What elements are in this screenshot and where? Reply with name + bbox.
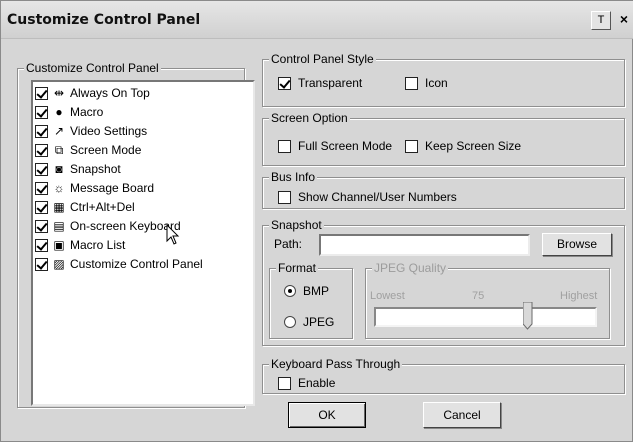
list-item-snapshot[interactable]: ◙ Snapshot [35,160,121,178]
snapshot-group-title: Snapshot [269,218,324,232]
bmp-label: BMP [303,284,330,298]
close-button[interactable]: × [615,11,633,30]
slider-thumb[interactable] [523,302,533,330]
list-item-label: Video Settings [70,124,148,138]
list-item-label: On-screen Keyboard [70,219,181,233]
enable-label: Enable [298,376,336,390]
customize-control-panel-dialog: Customize Control Panel T × Customize Co… [0,0,633,442]
sun-icon: ☼ [53,181,65,195]
slider-lowest-label: Lowest [370,290,405,302]
snapshot-checkbox[interactable] [35,162,48,176]
keep-size-checkbox[interactable] [405,139,418,153]
mouse-cursor-icon [166,224,180,245]
list-item-label: Snapshot [70,162,121,176]
enable-checkbox[interactable] [278,376,291,390]
jpeg-radio[interactable] [284,316,296,328]
list-item-customize-control-panel[interactable]: ▨ Customize Control Panel [35,255,203,273]
screen-mode-checkbox[interactable] [35,143,48,157]
list-item-macro[interactable]: ● Macro [35,103,103,121]
format-group-title: Format [276,261,319,275]
message-board-checkbox[interactable] [35,181,48,195]
on-screen-keyboard-checkbox[interactable] [35,219,48,233]
window-title: Customize Control Panel [7,12,201,28]
list-item-message-board[interactable]: ☼ Message Board [35,179,154,197]
macro-list-checkbox[interactable] [35,238,48,252]
full-screen-checkbox[interactable] [278,139,291,153]
keys-icon: ▦ [53,200,65,214]
camera-icon: ◙ [55,162,63,176]
transparent-checkbox[interactable] [278,76,291,90]
keyboard-icon: ▤ [53,219,65,233]
screen-option-group-title: Screen Option [269,111,350,125]
show-numbers-checkbox[interactable] [278,190,291,204]
feature-list[interactable]: ⇹ Always On Top ● Macro ↗ Video Settings… [31,80,255,406]
slider-value-label: 75 [472,290,485,302]
full-screen-label: Full Screen Mode [298,139,393,153]
list-item-label: Macro [70,105,104,119]
transparent-label: Transparent [298,76,363,90]
list-item-label: Macro List [70,238,126,252]
macro-icon: ● [55,105,63,119]
bus-info-group-title: Bus Info [269,170,318,184]
video-settings-checkbox[interactable] [35,124,48,138]
full-screen-option[interactable]: Full Screen Mode [278,139,392,153]
document-icon: ▣ [53,238,65,252]
keep-size-option[interactable]: Keep Screen Size [405,139,521,153]
panel-icon: ▨ [53,257,65,271]
icon-option-label: Icon [425,76,448,90]
list-item-label: Message Board [70,181,155,195]
transparent-option[interactable]: Transparent [278,76,362,90]
jpeg-quality-slider[interactable] [374,307,597,327]
slider-highest-label: Highest [560,290,598,302]
icon-checkbox[interactable] [405,76,418,90]
format-bmp-option[interactable]: BMP [284,284,329,298]
path-input[interactable] [319,234,530,256]
wrench-icon: ↗ [53,124,65,138]
keyboard-pass-through-title: Keyboard Pass Through [269,357,403,371]
customize-group: Customize Control Panel ⇹ Always On Top … [17,61,255,408]
title-bar[interactable]: Customize Control Panel T × [1,1,633,39]
list-item-label: Always On Top [70,86,150,100]
customize-group-title: Customize Control Panel [24,61,161,75]
macro-checkbox[interactable] [35,105,48,119]
jpeg-quality-group: JPEG Quality [365,261,610,339]
list-item-label: Customize Control Panel [70,257,203,271]
ctrl-alt-del-checkbox[interactable] [35,200,48,214]
show-numbers-option[interactable]: Show Channel/User Numbers [278,190,457,204]
browse-button[interactable]: Browse [542,233,612,256]
list-item-ctrl-alt-del[interactable]: ▦ Ctrl+Alt+Del [35,198,135,216]
pin-button[interactable]: T [591,11,611,30]
cancel-button[interactable]: Cancel [423,402,501,428]
ok-button[interactable]: OK [288,402,366,428]
list-item-screen-mode[interactable]: ⧉ Screen Mode [35,141,141,159]
jpeg-label: JPEG [303,315,335,329]
path-label: Path: [274,237,303,251]
bmp-radio[interactable] [284,285,296,297]
jpeg-quality-group-title: JPEG Quality [372,261,449,275]
enable-option[interactable]: Enable [278,376,335,390]
pin-icon: ⇹ [53,86,65,100]
list-item-label: Screen Mode [70,143,142,157]
show-numbers-label: Show Channel/User Numbers [298,190,457,204]
keep-size-label: Keep Screen Size [425,139,522,153]
list-item-label: Ctrl+Alt+Del [70,200,135,214]
always-on-top-checkbox[interactable] [35,86,48,100]
icon-option[interactable]: Icon [405,76,448,90]
screen-mode-icon: ⧉ [54,143,64,157]
format-jpeg-option[interactable]: JPEG [284,315,334,329]
list-item-on-screen-keyboard[interactable]: ▤ On-screen Keyboard [35,217,181,235]
list-item-always-on-top[interactable]: ⇹ Always On Top [35,84,150,102]
style-group-title: Control Panel Style [269,52,376,66]
customize-control-panel-checkbox[interactable] [35,257,48,271]
list-item-video-settings[interactable]: ↗ Video Settings [35,122,147,140]
list-item-macro-list[interactable]: ▣ Macro List [35,236,125,254]
